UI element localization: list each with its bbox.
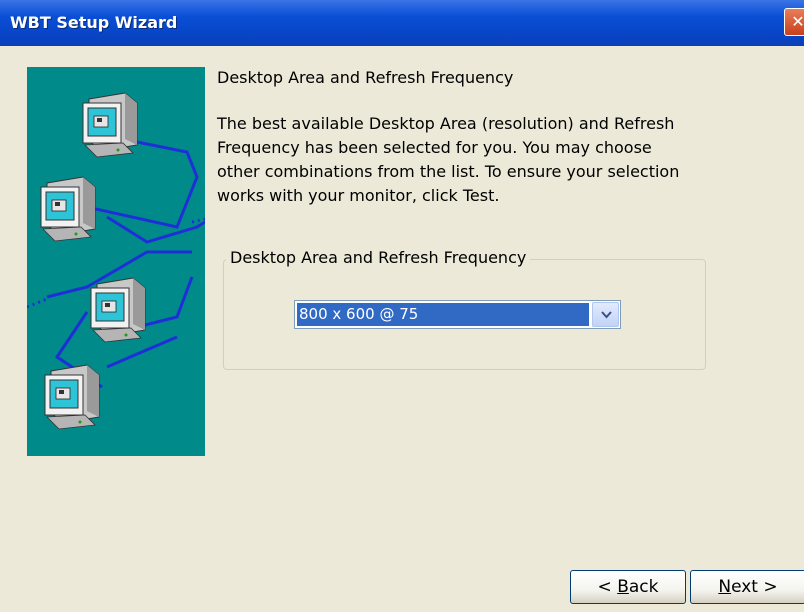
page-heading: Desktop Area and Refresh Frequency — [217, 68, 514, 87]
resolution-select[interactable]: 800 x 600 @ 75 — [294, 300, 621, 329]
next-button[interactable]: Next > — [690, 570, 804, 604]
window-title: WBT Setup Wizard — [10, 13, 178, 32]
groupbox-label: Desktop Area and Refresh Frequency — [226, 248, 531, 267]
resolution-selected-value: 800 x 600 @ 75 — [297, 303, 589, 326]
title-bar: WBT Setup Wizard ✕ — [0, 0, 804, 46]
close-button[interactable]: ✕ — [784, 8, 804, 36]
close-icon: ✕ — [791, 12, 804, 31]
dropdown-arrow-button[interactable] — [592, 302, 619, 327]
back-button[interactable]: < Back — [570, 570, 686, 604]
network-monitors-illustration — [27, 67, 205, 456]
chevron-down-icon — [601, 311, 612, 319]
description-text: The best available Desktop Area (resolut… — [217, 114, 680, 205]
